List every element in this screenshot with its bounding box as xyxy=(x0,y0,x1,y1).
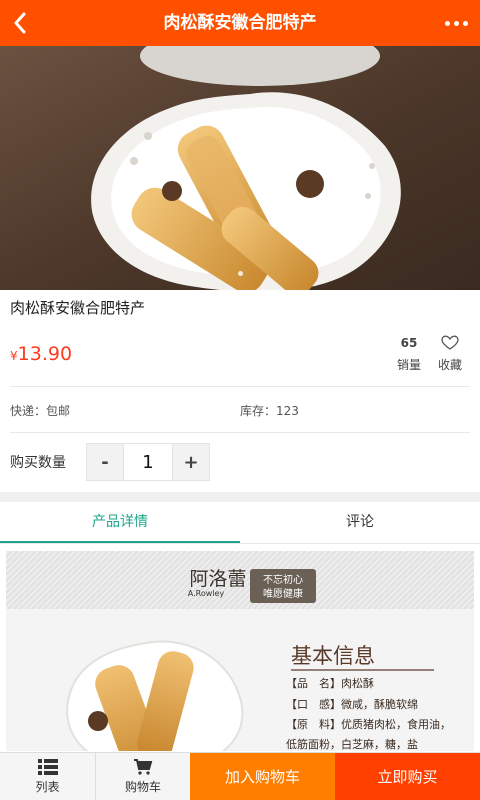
product-photo xyxy=(0,46,480,290)
sales-label: 销量 xyxy=(396,358,421,372)
list-button[interactable]: 列表 xyxy=(0,753,95,800)
decrease-quantity-button[interactable]: - xyxy=(87,444,123,480)
info-heading: 基本信息 xyxy=(291,644,375,668)
product-image-carousel[interactable] xyxy=(0,46,480,290)
shipping-info: 快递：包邮 xyxy=(10,404,71,418)
info-line: 【原 料】优质猪肉松，食用油， xyxy=(286,717,451,731)
list-label: 列表 xyxy=(35,779,60,794)
product-name: 肉松酥安徽合肥特产 xyxy=(10,299,146,317)
info-line: 低筋面粉，白芝麻，糖，盐 xyxy=(286,737,418,751)
section-gap xyxy=(0,492,480,502)
product-price: ¥13.90 xyxy=(10,343,72,365)
heart-icon xyxy=(441,335,459,350)
cart-label: 购物车 xyxy=(124,779,161,794)
quantity-stepper: - 1 + xyxy=(86,443,210,481)
divider xyxy=(10,386,470,387)
favorite-button[interactable]: 收藏 xyxy=(430,335,470,373)
cart-icon xyxy=(134,758,153,775)
quantity-label: 购买数量 xyxy=(10,455,66,471)
currency-symbol: ¥ xyxy=(10,349,18,363)
info-line: 【品 名】肉松酥 xyxy=(286,676,374,690)
header-bar: 肉松酥安徽合肥特产 xyxy=(0,0,480,46)
product-detail-image: 阿洛蕾 A.Rowley 不忘初心 唯愿健康 基本信息 【品 名】肉松酥 【口 … xyxy=(6,551,474,751)
sales-count: 65 xyxy=(400,336,418,350)
detail-tabs: 产品详情 评论 xyxy=(0,502,480,544)
back-button[interactable] xyxy=(0,0,40,46)
more-menu-button[interactable] xyxy=(438,0,474,46)
page-title: 肉松酥安徽合肥特产 xyxy=(163,13,317,33)
tab-comments[interactable]: 评论 xyxy=(240,502,480,543)
more-dots-icon xyxy=(444,20,450,26)
slogan-line: 不忘初心 xyxy=(263,573,303,586)
carousel-indicator xyxy=(0,271,480,276)
increase-quantity-button[interactable]: + xyxy=(173,444,209,480)
favorite-label: 收藏 xyxy=(437,358,462,372)
chevron-left-icon xyxy=(14,12,26,34)
stock-info: 库存：123 xyxy=(240,404,299,418)
brand-name: 阿洛蕾 xyxy=(189,568,246,590)
info-line: 【口 感】微咸，酥脆软绵 xyxy=(286,697,418,711)
quantity-value[interactable]: 1 xyxy=(123,444,173,480)
tab-product-details[interactable]: 产品详情 xyxy=(0,502,240,543)
sales-stat: 65 销量 xyxy=(389,335,429,373)
list-icon xyxy=(37,758,58,775)
add-to-cart-button[interactable]: 加入购物车 xyxy=(190,753,335,800)
buy-now-button[interactable]: 立即购买 xyxy=(335,753,480,800)
slogan-line: 唯愿健康 xyxy=(263,587,303,600)
price-value: 13.90 xyxy=(17,343,73,365)
cart-button[interactable]: 购物车 xyxy=(95,753,190,800)
brand-english: A.Rowley xyxy=(188,589,225,598)
bottom-action-bar: 列表 购物车 加入购物车 立即购买 xyxy=(0,752,480,800)
divider xyxy=(10,432,470,433)
